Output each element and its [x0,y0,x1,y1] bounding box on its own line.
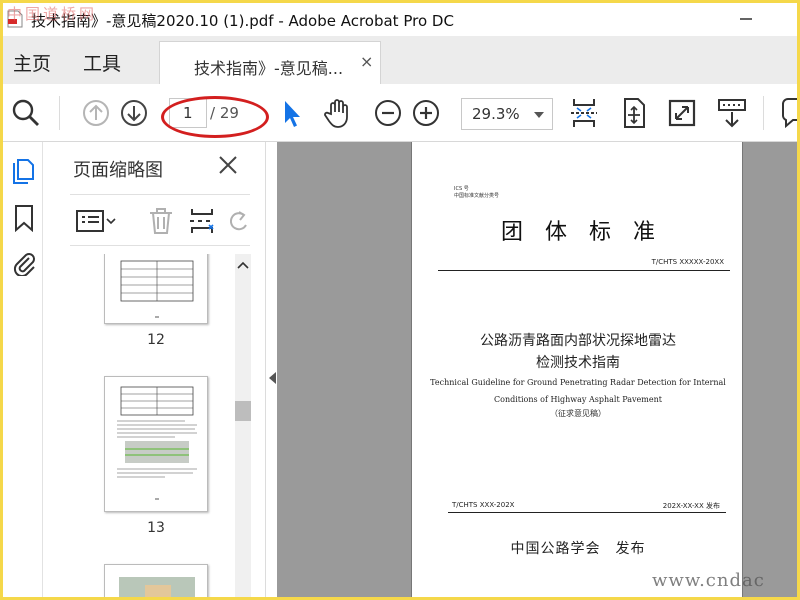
separator [763,96,764,130]
rotate-icon[interactable] [230,207,250,235]
issue-code: T/CHTS XXX-202X [452,501,515,509]
hand-tool-icon[interactable] [321,96,355,130]
page-thumbnail[interactable] [104,564,208,597]
chinese-title-line2: 检测技术指南 [536,355,620,371]
english-title-line1: Technical Guideline for Ground Penetrati… [430,378,726,387]
title-bar: 技术指南》-意见稿2020.10 (1).pdf - Adobe Acrobat… [3,3,797,36]
thumbnail-page-label: 13 [147,520,165,536]
zoom-level-value: 29.3% [472,105,520,123]
comment-icon[interactable] [779,96,797,130]
scrollbar-thumb[interactable] [235,401,251,421]
page-preview [120,260,194,318]
draft-label: （征求意见稿） [550,409,606,418]
standard-heading: 团体标准 [500,220,677,245]
separator [59,96,60,130]
nav-tools[interactable]: 工具 [83,49,121,76]
page-preview [117,386,197,500]
options-menu-icon[interactable] [76,209,116,233]
document-tab[interactable]: 技术指南》-意见稿... × [159,41,381,85]
document-tab-label: 技术指南》-意见稿... [194,59,344,78]
issue-date: 202X-XX-XX 发布 [662,502,720,510]
close-panel-icon[interactable] [217,154,239,176]
panel-toolbar [70,194,250,246]
watermark-top-left: 中国道桥网 [7,5,98,23]
thumbnail-panel: 页面缩略图 12 13 [43,142,265,597]
zoom-out-icon[interactable] [371,96,405,130]
zoom-in-icon[interactable] [409,96,443,130]
ics-label: ICS 号 [454,186,469,192]
previous-page-icon[interactable] [79,96,113,130]
thumbnail-page-label: 12 [147,332,165,348]
zoom-level-select[interactable]: 29.3% [461,98,553,130]
thumbnail-list: 12 13 [70,254,250,597]
page-thumbnail[interactable] [104,254,208,324]
nav-home[interactable]: 主页 [13,49,51,76]
classification-label: 中国标准文献分类号 [454,193,500,199]
search-icon[interactable] [9,96,43,130]
bookmark-icon[interactable] [11,204,37,232]
standard-code: T/CHTS XXXXX-20XX [651,258,724,266]
watermark-bottom-right: www.cndac [652,570,765,591]
extract-pages-icon[interactable] [188,207,216,235]
full-screen-icon[interactable] [665,96,699,130]
ics-block: ICS 号 中国标准文献分类号 [454,186,499,200]
panel-splitter[interactable] [265,142,277,597]
thumbnail-scrollbar[interactable] [235,254,251,597]
chinese-title-line1: 公路沥青路面内部状况探地雷达 [480,333,676,349]
panel-title: 页面缩略图 [73,160,163,181]
page-thumbnails-icon[interactable] [11,158,37,186]
delete-icon[interactable] [148,207,174,235]
scroll-up-icon[interactable] [237,260,249,270]
attachment-icon[interactable] [11,248,37,276]
tab-bar: 主页 工具 技术指南》-意见稿... × [3,36,797,85]
toolbar: 1 / 29 29.3% [3,84,797,142]
select-cursor-icon[interactable] [276,96,310,130]
document-view[interactable]: ICS 号 中国标准文献分类号 团体标准 T/CHTS XXXXX-20XX 公… [277,142,797,597]
pdf-page: ICS 号 中国标准文献分类号 团体标准 T/CHTS XXXXX-20XX 公… [411,142,743,597]
page-preview [119,577,195,597]
chevron-down-icon [534,112,544,118]
fit-width-icon[interactable] [617,96,651,130]
fit-page-icon[interactable] [567,96,601,130]
publisher: 中国公路学会 发布 [510,541,646,557]
minimize-icon[interactable] [736,9,756,29]
page-thumbnail[interactable] [104,376,208,512]
english-title-line2: Conditions of Highway Asphalt Pavement [494,395,662,404]
side-rail [3,142,43,597]
acrobat-window: 技术指南》-意见稿2020.10 (1).pdf - Adobe Acrobat… [3,3,797,597]
next-page-icon[interactable] [117,96,151,130]
close-tab-icon[interactable]: × [360,52,373,71]
collapse-panel-icon[interactable] [269,372,276,384]
read-mode-icon[interactable] [715,96,749,130]
red-highlight-ellipse [161,96,269,138]
divider-line [438,270,730,271]
divider-line [448,512,726,513]
